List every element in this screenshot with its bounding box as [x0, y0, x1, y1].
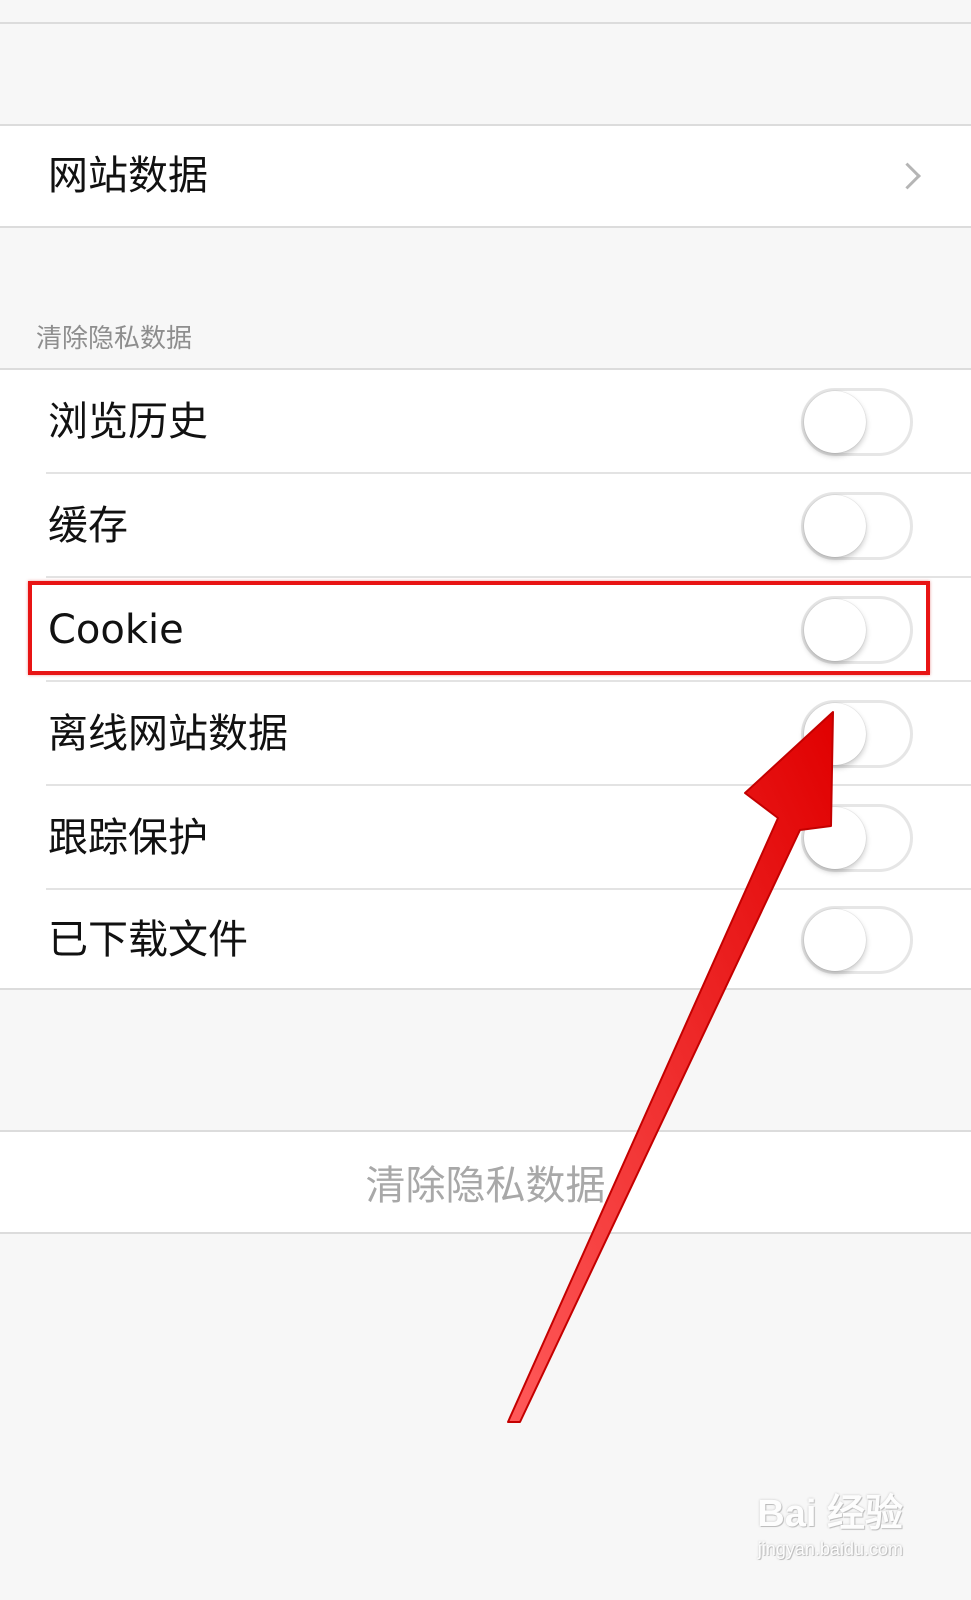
- top-divider: [0, 22, 971, 24]
- site-data-label: 网站数据: [48, 153, 208, 199]
- baidu-jingyan-watermark: Bai 经验 jingyan.baidu.com: [757, 1495, 903, 1560]
- row-offline-website-data: 离线网站数据: [0, 682, 971, 786]
- watermark-url: jingyan.baidu.com: [757, 1539, 903, 1559]
- watermark-brand: Bai 经验: [757, 1493, 903, 1535]
- clear-private-data-label: 清除隐私数据: [365, 1163, 606, 1209]
- cache-label: 缓存: [48, 503, 128, 549]
- toggle-knob: [804, 391, 866, 453]
- offline-website-data-label: 离线网站数据: [48, 711, 288, 757]
- row-browsing-history: 浏览历史: [0, 370, 971, 474]
- toggle-knob: [804, 495, 866, 557]
- cookie-toggle[interactable]: [801, 596, 913, 664]
- row-tracking-protection: 跟踪保护: [0, 786, 971, 890]
- cache-toggle[interactable]: [801, 492, 913, 560]
- offline-website-data-toggle[interactable]: [801, 700, 913, 768]
- row-cookie: Cookie: [0, 578, 971, 682]
- downloaded-files-label: 已下载文件: [48, 917, 248, 963]
- chevron-right-icon: [894, 162, 921, 190]
- browsing-history-label: 浏览历史: [48, 399, 208, 445]
- row-downloaded-files: 已下载文件: [0, 890, 971, 990]
- cookie-label: Cookie: [48, 607, 184, 653]
- section-header-clear-private-data: 清除隐私数据: [36, 324, 193, 354]
- toggle-knob: [804, 909, 866, 971]
- toggle-knob: [804, 807, 866, 869]
- row-cache: 缓存: [0, 474, 971, 578]
- clear-options-group: 浏览历史 缓存 Cookie 离线网站数据 跟踪保护 已下载文件: [0, 368, 971, 990]
- downloaded-files-toggle[interactable]: [801, 906, 913, 974]
- toggle-knob: [804, 703, 866, 765]
- tracking-protection-toggle[interactable]: [801, 804, 913, 872]
- settings-screen: 网站数据 清除隐私数据 浏览历史 缓存 Cookie 离线网站数据 跟踪保护 已…: [0, 0, 971, 1600]
- clear-private-data-button[interactable]: 清除隐私数据: [0, 1132, 971, 1232]
- clear-button-group: 清除隐私数据: [0, 1130, 971, 1234]
- tracking-protection-label: 跟踪保护: [48, 815, 208, 861]
- site-data-row[interactable]: 网站数据: [0, 126, 971, 226]
- toggle-knob: [804, 599, 866, 661]
- site-data-group: 网站数据: [0, 124, 971, 228]
- browsing-history-toggle[interactable]: [801, 388, 913, 456]
